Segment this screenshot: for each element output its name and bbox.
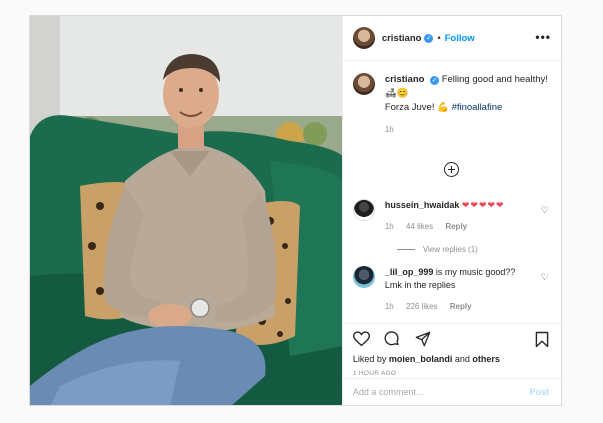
caption-text: Felling good and healthy! <box>441 74 548 85</box>
post-comment-button[interactable]: Post <box>529 387 549 397</box>
comment-time: 1h <box>384 222 394 231</box>
comments-section[interactable]: cristiano ✓ Felling good and healthy! 🛋😊… <box>343 61 561 323</box>
caption-emoji: 🛋😊 <box>384 88 409 99</box>
hashtag-link[interactable]: #finoallafine <box>452 102 503 113</box>
bookmark-icon[interactable] <box>535 331 549 348</box>
avatar[interactable] <box>352 27 375 49</box>
comment-icon[interactable] <box>384 331 400 347</box>
add-comment-bar: Post <box>342 378 561 405</box>
reply-button[interactable]: Reply <box>450 302 472 311</box>
comment-item: hussein_hwaidak ❤❤❤❤❤ 1h 44 likes Reply … <box>352 199 553 254</box>
avatar[interactable] <box>352 199 375 221</box>
avatar[interactable] <box>352 73 375 95</box>
comment-username[interactable]: _lil_op_999 <box>385 267 434 277</box>
load-more-comments-icon[interactable] <box>443 162 459 177</box>
comment-likes[interactable]: 226 likes <box>406 302 438 311</box>
comment-likes[interactable]: 44 likes <box>406 222 433 231</box>
avatar[interactable] <box>352 266 375 288</box>
comment-like-icon[interactable]: ♡ <box>541 272 549 283</box>
comment-like-icon[interactable]: ♡ <box>541 205 549 216</box>
reply-button[interactable]: Reply <box>445 222 467 231</box>
instagram-post: cristiano ✓ • Follow ••• cristiano ✓ Fel… <box>29 15 562 406</box>
post-photo[interactable] <box>30 16 342 405</box>
more-options-icon[interactable]: ••• <box>535 30 551 44</box>
comment-item: _lil_op_999 is my music good?? Lmk in th… <box>352 266 553 313</box>
comment-username[interactable]: hussein_hwaidak <box>385 200 460 210</box>
paper-plane-icon[interactable] <box>415 331 431 347</box>
comment-input[interactable] <box>342 387 530 397</box>
liked-by-user-link[interactable]: moien_bolandi <box>389 354 453 364</box>
verified-icon: ✓ <box>424 33 434 43</box>
view-replies-button[interactable]: View replies (1) <box>397 245 553 254</box>
separator-dot: • <box>437 33 441 43</box>
liked-by-others-link[interactable]: others <box>472 354 500 364</box>
follow-button[interactable]: Follow <box>445 33 475 44</box>
liked-by-text: Liked by moien_bolandi and others <box>352 354 500 364</box>
comment-text: ❤❤❤❤❤ <box>461 200 505 210</box>
post-image <box>30 16 342 405</box>
caption: cristiano ✓ Felling good and healthy! 🛋😊… <box>352 73 553 137</box>
comment-time: 1h <box>384 302 394 311</box>
caption-time: 1h <box>384 125 394 134</box>
post-details-panel: cristiano ✓ • Follow ••• cristiano ✓ Fel… <box>341 16 561 405</box>
heart-icon[interactable] <box>352 331 370 347</box>
username-link[interactable]: cristiano <box>382 33 422 44</box>
caption-line3: Forza Juve! 💪 <box>384 102 452 113</box>
post-header: cristiano ✓ • Follow ••• <box>342 16 561 61</box>
post-timestamp[interactable]: 1 HOUR AGO <box>353 370 396 377</box>
caption-username[interactable]: cristiano <box>385 74 425 85</box>
verified-icon: ✓ <box>430 76 440 85</box>
action-bar: Liked by moien_bolandi and others 1 HOUR… <box>342 323 561 381</box>
